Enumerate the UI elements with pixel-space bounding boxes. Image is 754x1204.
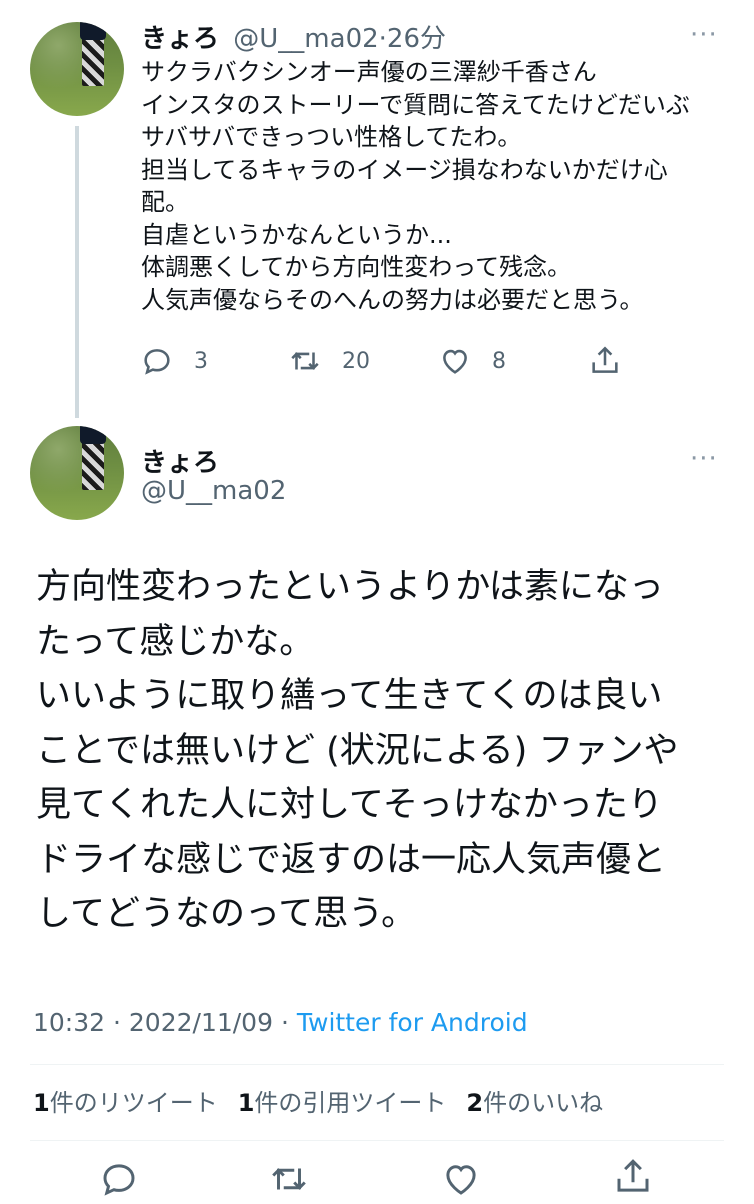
thread-connector-line [75, 126, 79, 418]
tweet-line: サクラバクシンオー声優の三澤紗千香さん [141, 58, 597, 86]
separator: · [113, 1008, 121, 1037]
display-name[interactable]: きょろ [141, 24, 219, 54]
share-icon [592, 346, 618, 373]
tweet-line: してどうなのって思う。 [36, 894, 417, 934]
tweet-line: 担当してるキャラのイメージ損なわないかだけ心 [141, 155, 668, 184]
timestamp[interactable]: 26分 [387, 24, 446, 54]
tweet-date[interactable]: 2022/11/09 [129, 1008, 273, 1037]
main-reply-button[interactable] [98, 1158, 140, 1204]
divider [30, 1064, 724, 1065]
tweet-time[interactable]: 10:32 [33, 1008, 105, 1037]
reply-action[interactable]: 3 [140, 344, 208, 378]
like-icon [443, 349, 467, 374]
retweets-number: 1 [33, 1089, 50, 1117]
likes-number: 2 [466, 1089, 484, 1117]
tweet-line: 見てくれた人に対してそっけなかったり [36, 785, 663, 825]
reply-tweet-header: きょろ @U__ma02·26分 [141, 18, 446, 55]
tweet-line: たって感じかな。 [36, 621, 315, 662]
quotes-stat[interactable]: 1件の引用ツイート [238, 1083, 447, 1118]
like-count: 8 [492, 348, 506, 374]
tweet-line: 自虐というかなんというか... [141, 220, 452, 249]
retweet-icon [291, 352, 319, 370]
tweet-line: 人気声優ならそのへんの努力は必要だと思う。 [141, 285, 644, 314]
share-icon [617, 1159, 649, 1192]
tweet-line: ことでは無いけど (状況による) ファンや [36, 730, 679, 771]
avatar[interactable] [30, 426, 124, 520]
retweet-icon [272, 1168, 306, 1190]
likes-label: 件のいいね [483, 1089, 604, 1117]
tweet-meta: 10:32 · 2022/11/09 · Twitter for Android [33, 1008, 528, 1037]
tweet-line: ドライな感じで返すのは一応人気声優と [36, 839, 667, 880]
main-retweet-button[interactable] [268, 1158, 310, 1204]
more-icon[interactable]: ··· [690, 444, 718, 474]
reply-icon [144, 349, 170, 375]
engagement-stats: 1件のリツイート 1件の引用ツイート 2件のいいね [33, 1083, 603, 1118]
like-action[interactable]: 8 [438, 344, 506, 378]
tweet-line: いいように取り繕って生きてくのは良い [36, 676, 663, 716]
main-tweet-text: 方向性変わったというよりかは素になっ たって感じかな。 いいように取り繕って生き… [36, 560, 726, 942]
retweets-label: 件のリツイート [49, 1089, 218, 1117]
like-icon [446, 1165, 476, 1195]
reply-icon [103, 1164, 135, 1196]
retweet-count: 20 [342, 348, 370, 374]
tweet-source-link[interactable]: Twitter for Android [297, 1008, 528, 1037]
main-like-button[interactable] [440, 1158, 482, 1204]
likes-stat[interactable]: 2件のいいね [466, 1083, 603, 1118]
reply-count: 3 [194, 348, 208, 374]
separator: · [378, 24, 387, 54]
tweet-line: サバサバできっつい性格してたわ。 [141, 123, 522, 151]
display-name[interactable]: きょろ [141, 442, 219, 479]
separator: · [280, 1008, 289, 1037]
tweet-line: 方向性変わったというよりかは素になっ [36, 567, 664, 607]
avatar[interactable] [30, 22, 124, 116]
retweet-action[interactable]: 20 [288, 344, 370, 378]
retweets-stat[interactable]: 1件のリツイート [33, 1083, 218, 1118]
share-action[interactable] [588, 344, 622, 378]
more-icon[interactable]: ··· [690, 20, 718, 50]
handle[interactable]: @U__ma02 [141, 476, 286, 506]
tweet-line: インスタのストーリーで質問に答えてたけどだいぶ [141, 90, 690, 119]
handle[interactable]: @U__ma02 [233, 24, 378, 54]
main-share-button[interactable] [612, 1156, 654, 1202]
tweet-line: 配。 [141, 188, 189, 216]
divider [30, 1140, 724, 1141]
reply-tweet-text: サクラバクシンオー声優の三澤紗千香さん インスタのストーリーで質問に答えてたけど… [141, 56, 731, 316]
quotes-label: 件の引用ツイート [254, 1089, 447, 1117]
quotes-number: 1 [237, 1089, 255, 1117]
tweet-line: 体調悪くしてから方向性変わって残念。 [141, 253, 572, 281]
